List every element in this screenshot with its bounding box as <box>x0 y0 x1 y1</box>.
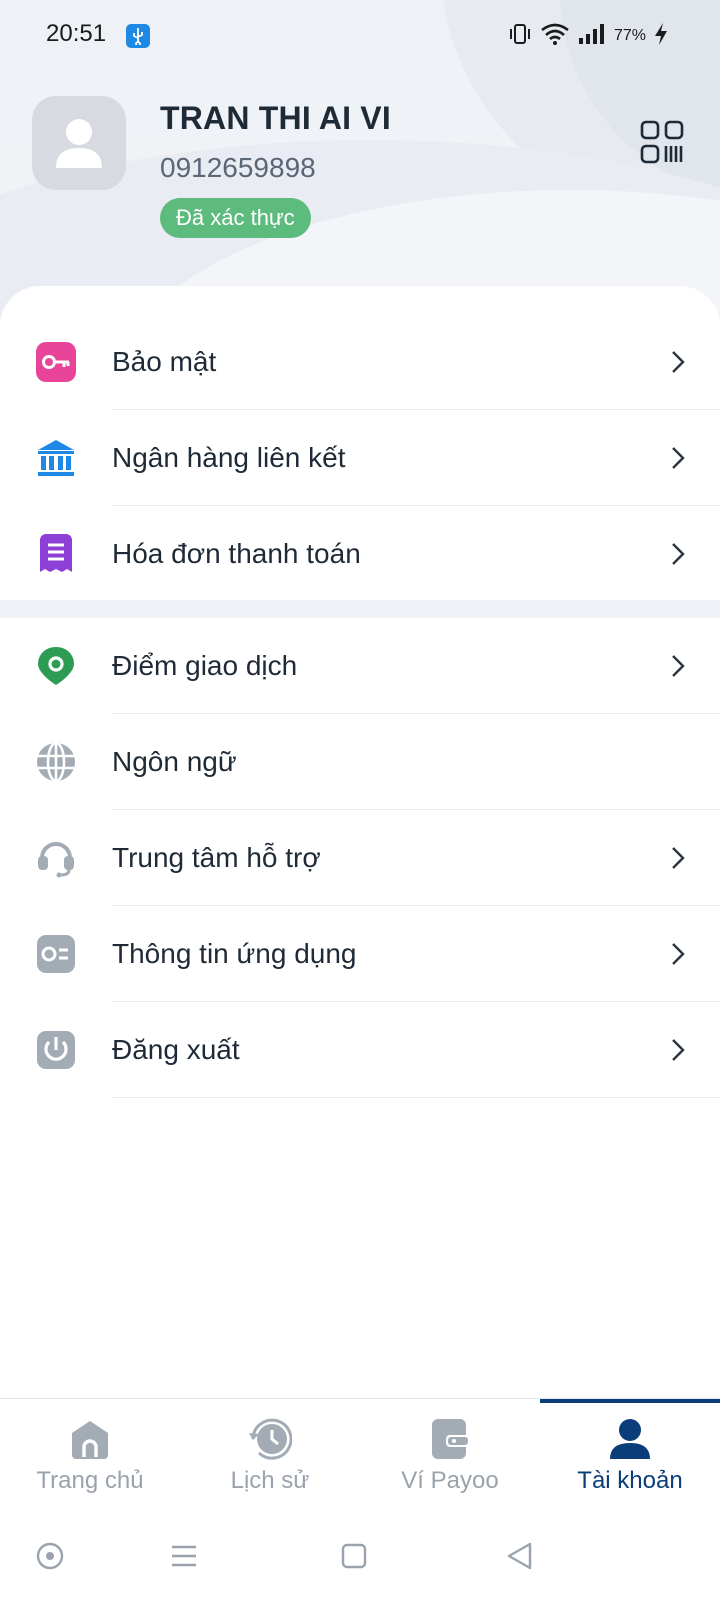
tab-home[interactable]: Trang chủ <box>0 1399 180 1513</box>
menu-item-language[interactable]: Ngôn ngữ <box>0 714 720 810</box>
tab-label: Lịch sử <box>230 1467 310 1494</box>
power-icon <box>36 1030 76 1070</box>
menu-item-label: Trung tâm hỗ trợ <box>112 842 321 873</box>
status-bar: 20:51 77% <box>0 0 720 72</box>
bottom-navigation: Trang chủ Lịch sử Ví Payoo Tài khoản <box>0 1398 720 1513</box>
menu-item-transaction-points[interactable]: Điểm giao dịch <box>0 618 720 714</box>
charging-icon <box>654 22 668 51</box>
verified-badge: Đã xác thực <box>160 198 311 238</box>
tab-label: Tài khoản <box>577 1467 683 1494</box>
menu-item-label: Đăng xuất <box>112 1034 240 1065</box>
chevron-right-icon <box>668 350 688 374</box>
system-navigation-bar <box>0 1512 720 1600</box>
menu-item-security[interactable]: Bảo mật <box>0 314 720 410</box>
home-icon <box>68 1417 112 1461</box>
profile-phone: 0912659898 <box>160 152 316 183</box>
status-time: 20:51 <box>46 20 107 47</box>
chevron-right-icon <box>668 542 688 566</box>
menu-item-logout[interactable]: Đăng xuất <box>0 1002 720 1098</box>
tab-label: Ví Payoo <box>401 1467 499 1494</box>
tab-wallet[interactable]: Ví Payoo <box>360 1399 540 1513</box>
menu-item-label: Ngôn ngữ <box>112 746 237 777</box>
chevron-right-icon <box>668 942 688 966</box>
globe-icon <box>36 741 76 783</box>
signal-icon <box>578 23 606 50</box>
menu-item-label: Ngân hàng liên kết <box>112 442 346 473</box>
back-button[interactable] <box>504 1540 536 1572</box>
chevron-right-icon <box>668 1038 688 1062</box>
chevron-right-icon <box>668 654 688 678</box>
info-card-icon <box>36 934 76 974</box>
usb-icon <box>126 24 150 48</box>
assistant-button[interactable] <box>34 1540 66 1572</box>
divider <box>112 1097 720 1098</box>
bill-icon <box>36 534 76 574</box>
menu-item-label: Bảo mật <box>112 346 217 377</box>
tab-label: Trang chủ <box>36 1467 144 1494</box>
account-icon <box>608 1417 652 1461</box>
headset-icon <box>36 838 76 878</box>
wifi-icon <box>540 23 570 50</box>
menu-item-bill-payment[interactable]: Hóa đơn thanh toán <box>0 506 720 602</box>
profile-name: TRAN THI AI VI <box>160 100 391 136</box>
menu-item-linked-bank[interactable]: Ngân hàng liên kết <box>0 410 720 506</box>
key-icon <box>36 342 76 382</box>
qr-code-icon <box>640 120 684 164</box>
menu-item-label: Điểm giao dịch <box>112 650 298 681</box>
menu-item-label: Thông tin ứng dụng <box>112 938 357 969</box>
menu-item-support-center[interactable]: Trung tâm hỗ trợ <box>0 810 720 906</box>
qr-code-button[interactable] <box>640 120 684 164</box>
tab-history[interactable]: Lịch sử <box>180 1399 360 1513</box>
menu-item-app-info[interactable]: Thông tin ứng dụng <box>0 906 720 1002</box>
home-button[interactable] <box>338 1540 370 1572</box>
bank-icon <box>36 438 76 478</box>
user-silhouette-icon <box>56 119 102 168</box>
chevron-right-icon <box>668 846 688 870</box>
tab-account[interactable]: Tài khoản <box>540 1399 720 1513</box>
account-menu-sheet: Bảo mật Ngân hàng liên kết Hóa đơn thanh… <box>0 286 720 1400</box>
vibrate-icon <box>508 23 532 50</box>
menu-button[interactable] <box>168 1540 200 1572</box>
section-separator <box>0 600 720 618</box>
menu-item-label: Hóa đơn thanh toán <box>112 538 361 569</box>
location-pin-icon <box>36 646 76 686</box>
avatar[interactable] <box>32 96 126 190</box>
chevron-right-icon <box>668 446 688 470</box>
battery-level: 77% <box>613 27 646 44</box>
history-icon <box>248 1417 293 1461</box>
wallet-icon <box>428 1417 472 1461</box>
